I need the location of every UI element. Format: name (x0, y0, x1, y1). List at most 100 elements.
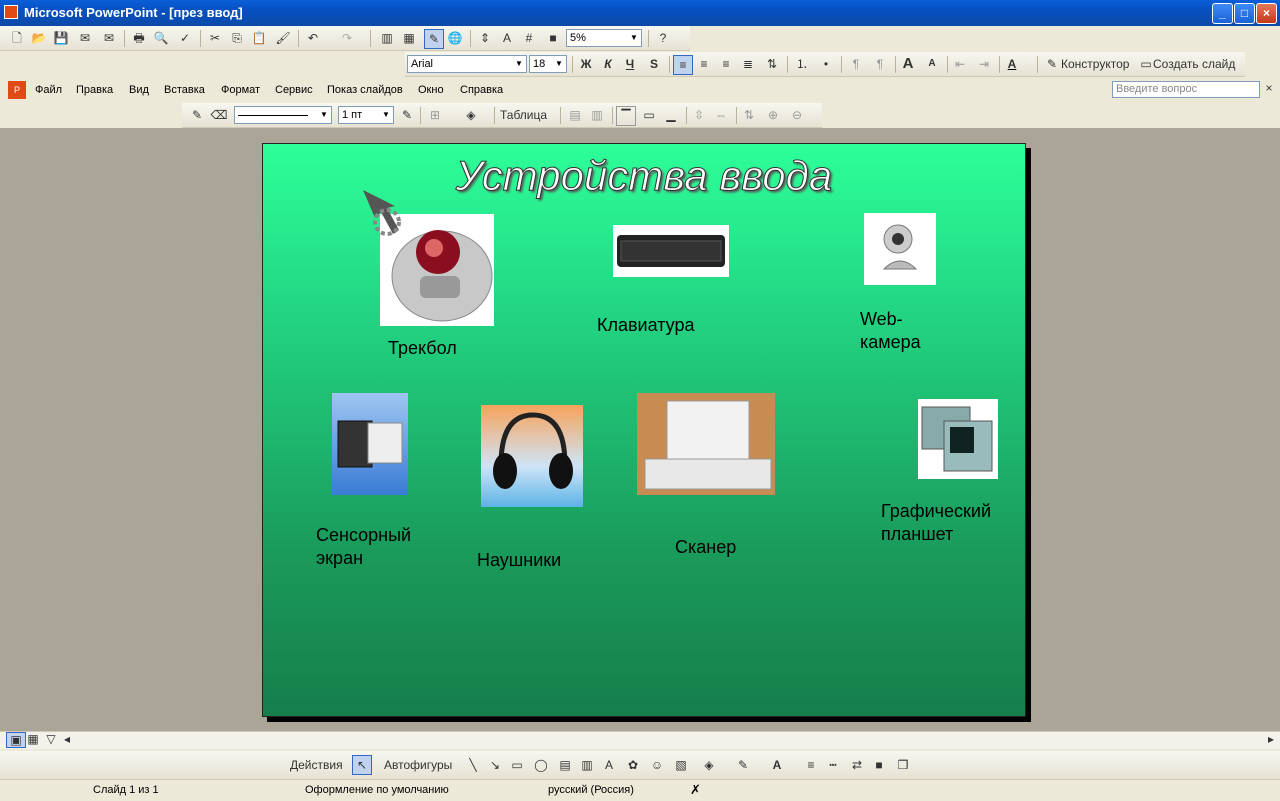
border-style-select[interactable]: ▼ (234, 106, 332, 124)
line-style-icon[interactable]: ≡ (802, 756, 820, 774)
table-menu-button[interactable]: Таблица (500, 106, 547, 124)
zoom-select[interactable]: 5% ▼ (566, 29, 642, 47)
menu-insert[interactable]: Вставка (164, 84, 205, 96)
keyboard-caption[interactable]: Клавиатура (597, 314, 695, 337)
oval-icon[interactable]: ◯ (532, 756, 550, 774)
eraser-icon[interactable]: ⌫ (210, 106, 228, 124)
slide-canvas[interactable]: Устройства ввода Трекбол Клавиатура Web-… (262, 143, 1026, 717)
bold-button[interactable]: Ж (577, 55, 595, 73)
font-color-icon[interactable]: A (1003, 55, 1021, 73)
split-cell-icon[interactable]: ▥ (588, 106, 606, 124)
align-bottom-icon[interactable]: ▁ (662, 106, 680, 124)
rectangle-icon[interactable]: ▭ (508, 756, 526, 774)
spelling-icon[interactable]: ✓ (176, 29, 194, 47)
align-center-icon[interactable]: ≡ (695, 55, 713, 73)
help-search-input[interactable]: Введите вопрос (1112, 81, 1260, 98)
picture-icon[interactable]: ▧ (672, 756, 690, 774)
email-icon[interactable]: ✉ (100, 29, 118, 47)
shadow-style-icon[interactable]: ■ (870, 756, 888, 774)
help-icon[interactable]: ? (654, 29, 672, 47)
menu-help[interactable]: Справка (460, 84, 503, 96)
insert-table-icon[interactable]: ▦ (400, 29, 418, 47)
fill-color-icon[interactable]: ◈ (462, 106, 480, 124)
slide-sorter-icon[interactable]: ▦ (24, 732, 42, 746)
merge-cells-icon[interactable]: ▤ (566, 106, 584, 124)
designer-icon[interactable]: ✎ (1043, 55, 1061, 73)
delete-column-icon[interactable]: ⊖ (788, 106, 806, 124)
line-icon[interactable]: ╲ (464, 756, 482, 774)
maximize-button[interactable]: □ (1234, 3, 1255, 24)
normal-view-icon[interactable]: ▣ (6, 732, 26, 748)
line-color-icon[interactable]: ✎ (734, 756, 752, 774)
clipart-icon[interactable]: ☺ (648, 756, 666, 774)
minimize-button[interactable]: _ (1212, 3, 1233, 24)
actions-menu-button[interactable]: Действия (290, 756, 343, 774)
vertical-textbox-icon[interactable]: ▥ (578, 756, 596, 774)
touchscreen-image[interactable] (332, 393, 408, 495)
dash-style-icon[interactable]: ┅ (824, 756, 842, 774)
document-icon[interactable]: P (8, 81, 26, 99)
border-width-select[interactable]: 1 пт ▼ (338, 106, 394, 124)
wordart-icon[interactable]: A (600, 756, 618, 774)
arrow-style-icon[interactable]: ⇄ (848, 756, 866, 774)
horizontal-scrollbar[interactable]: ▣ ▦ ▽ ◂ ▸ (0, 731, 1280, 749)
print-icon[interactable]: 🖶 (130, 29, 148, 47)
webcam-image[interactable] (864, 213, 936, 285)
close-doc-icon[interactable]: × (1260, 79, 1278, 97)
designer-button[interactable]: Конструктор (1061, 55, 1129, 73)
color-grayscale-icon[interactable]: ■ (544, 29, 562, 47)
tables-borders-icon[interactable]: ✎ (424, 29, 444, 49)
underline-button[interactable]: Ч (621, 55, 639, 73)
font-select[interactable]: Arial ▼ (407, 55, 527, 73)
shadow-button[interactable]: S (645, 55, 663, 73)
bullets-icon[interactable]: • (817, 55, 835, 73)
menu-window[interactable]: Окно (418, 84, 444, 96)
insert-chart-icon[interactable]: ▥ (378, 29, 396, 47)
menu-format[interactable]: Формат (221, 84, 260, 96)
close-button[interactable]: × (1256, 3, 1277, 24)
keyboard-image[interactable] (613, 225, 729, 277)
numbering-icon[interactable]: ⒈ (793, 55, 811, 73)
menu-view[interactable]: Вид (129, 84, 149, 96)
increase-indent-icon[interactable]: ⇥ (975, 55, 993, 73)
menu-file[interactable]: Файл (35, 84, 62, 96)
line-spacing-icon[interactable]: ⇅ (763, 55, 781, 73)
permission-icon[interactable]: ✉ (76, 29, 94, 47)
ltr-icon[interactable]: ¶ (847, 55, 865, 73)
scroll-right-icon[interactable]: ▸ (1262, 732, 1280, 746)
distribute-rows-icon[interactable]: ⇳ (690, 106, 708, 124)
touchscreen-caption[interactable]: Сенсорный экран (316, 524, 436, 570)
tablet-image[interactable] (918, 399, 998, 479)
align-top-icon[interactable]: ▔ (616, 106, 636, 126)
undo-icon[interactable]: ↶ (304, 29, 322, 47)
align-right-icon[interactable]: ≡ (717, 55, 735, 73)
menu-tools[interactable]: Сервис (275, 84, 313, 96)
rtl-icon[interactable]: ¶ (871, 55, 889, 73)
cut-icon[interactable]: ✂ (206, 29, 224, 47)
align-left-icon[interactable]: ≡ (673, 55, 693, 75)
scanner-caption[interactable]: Сканер (675, 536, 736, 559)
increase-font-icon[interactable]: A (899, 55, 917, 73)
font-color-icon[interactable]: A (768, 756, 786, 774)
new-slide-button[interactable]: Создать слайд (1153, 55, 1235, 73)
headphones-caption[interactable]: Наушники (477, 549, 561, 572)
3d-style-icon[interactable]: ❒ (894, 756, 912, 774)
fill-color-icon[interactable]: ◈ (700, 756, 718, 774)
paste-icon[interactable]: 📋 (250, 29, 268, 47)
font-size-select[interactable]: 18 ▼ (529, 55, 567, 73)
copy-icon[interactable]: ⎘ (228, 29, 246, 47)
align-middle-icon[interactable]: ▭ (640, 106, 658, 124)
text-direction-icon[interactable]: ⇅ (740, 106, 758, 124)
redo-icon[interactable]: ↷ (338, 29, 356, 47)
scanner-image[interactable] (637, 393, 775, 495)
menu-edit[interactable]: Правка (76, 84, 113, 96)
show-formatting-icon[interactable]: A (498, 29, 516, 47)
headphones-image[interactable] (481, 405, 583, 507)
arrow-icon[interactable]: ↘ (486, 756, 504, 774)
borders-icon[interactable]: ⊞ (426, 106, 444, 124)
draw-table-icon[interactable]: ✎ (188, 106, 206, 124)
autoshapes-menu-button[interactable]: Автофигуры (384, 756, 452, 774)
print-preview-icon[interactable]: 🔍 (152, 29, 170, 47)
scroll-left-icon[interactable]: ◂ (58, 732, 76, 746)
textbox-icon[interactable]: ▤ (556, 756, 574, 774)
